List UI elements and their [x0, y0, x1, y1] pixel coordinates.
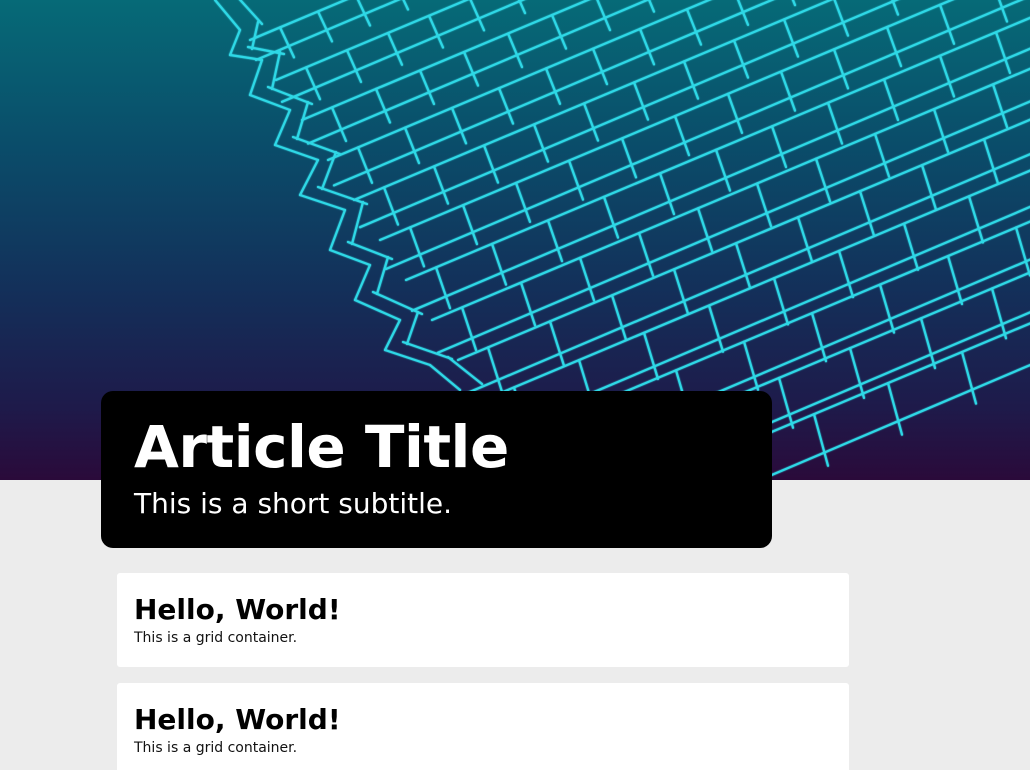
grid-card: Hello, World! This is a grid container. [117, 683, 849, 770]
grid-card: Hello, World! This is a grid container. [117, 573, 849, 667]
page-subtitle: This is a short subtitle. [134, 487, 453, 520]
page: Article Title This is a short subtitle. … [0, 0, 1030, 770]
card-heading: Hello, World! [134, 703, 341, 736]
card-body: This is a grid container. [134, 630, 298, 646]
page-title: Article Title [134, 413, 509, 481]
card-heading: Hello, World! [134, 593, 341, 626]
card-body: This is a grid container. [134, 740, 298, 756]
title-card: Article Title This is a short subtitle. [101, 391, 772, 548]
